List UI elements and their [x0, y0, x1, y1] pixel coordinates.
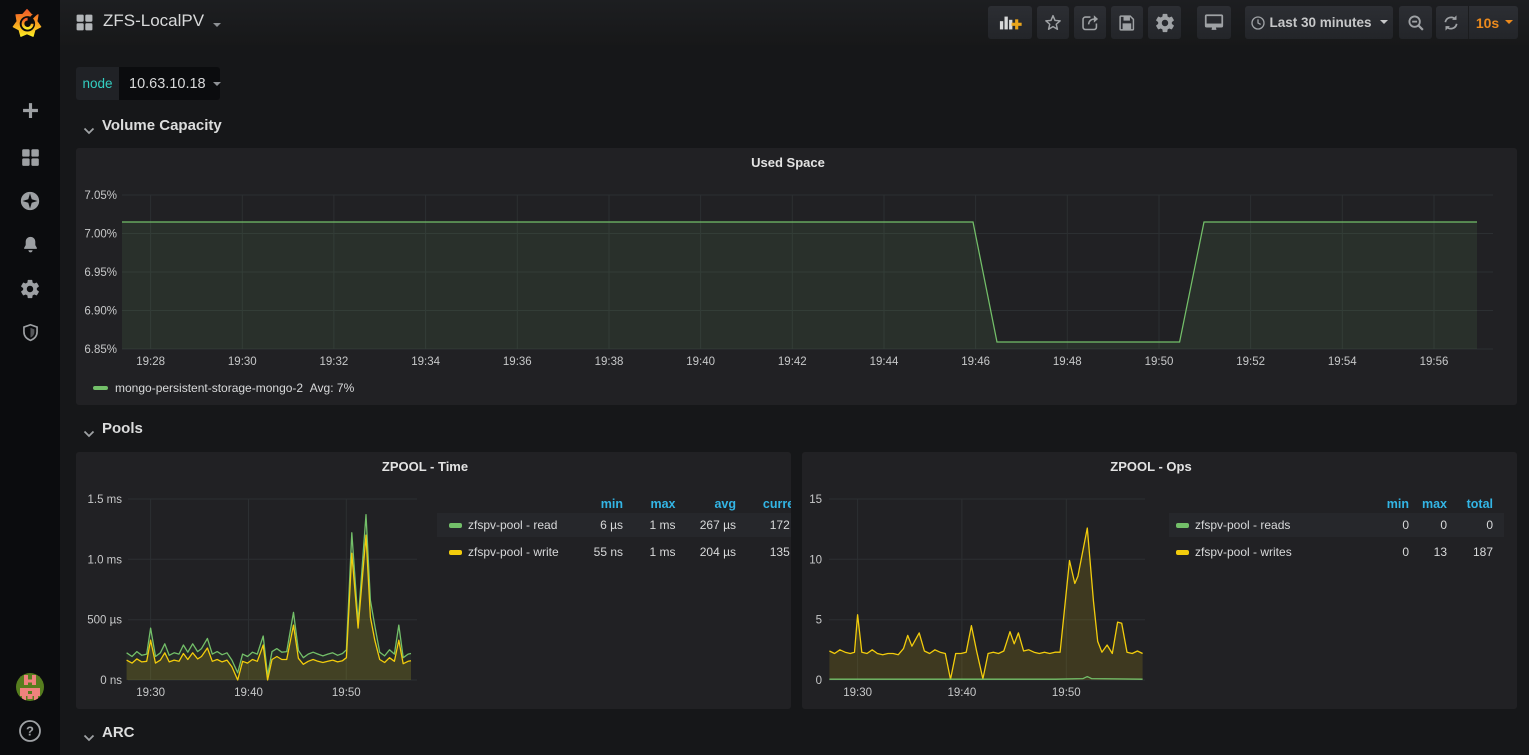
svg-text:19:40: 19:40 — [686, 356, 715, 368]
svg-text:19:28: 19:28 — [136, 356, 165, 368]
svg-text:19:42: 19:42 — [778, 356, 807, 368]
svg-text:19:50: 19:50 — [1145, 356, 1174, 368]
svg-text:19:34: 19:34 — [411, 356, 440, 368]
svg-text:19:38: 19:38 — [595, 356, 624, 368]
svg-text:19:48: 19:48 — [1053, 356, 1082, 368]
svg-text:7.05%: 7.05% — [84, 190, 117, 202]
svg-text:19:54: 19:54 — [1328, 356, 1357, 368]
svg-text:?: ? — [26, 724, 34, 739]
svg-text:6.95%: 6.95% — [84, 267, 117, 279]
svg-text:6.85%: 6.85% — [84, 344, 117, 356]
svg-text:19:52: 19:52 — [1236, 356, 1265, 368]
svg-text:19:46: 19:46 — [961, 356, 990, 368]
svg-text:19:30: 19:30 — [228, 356, 257, 368]
svg-text:19:44: 19:44 — [870, 356, 899, 368]
svg-text:7.00%: 7.00% — [84, 229, 117, 241]
svg-text:19:32: 19:32 — [320, 356, 349, 368]
svg-text:19:36: 19:36 — [503, 356, 532, 368]
svg-text:6.90%: 6.90% — [84, 306, 117, 318]
svg-text:19:56: 19:56 — [1420, 356, 1449, 368]
